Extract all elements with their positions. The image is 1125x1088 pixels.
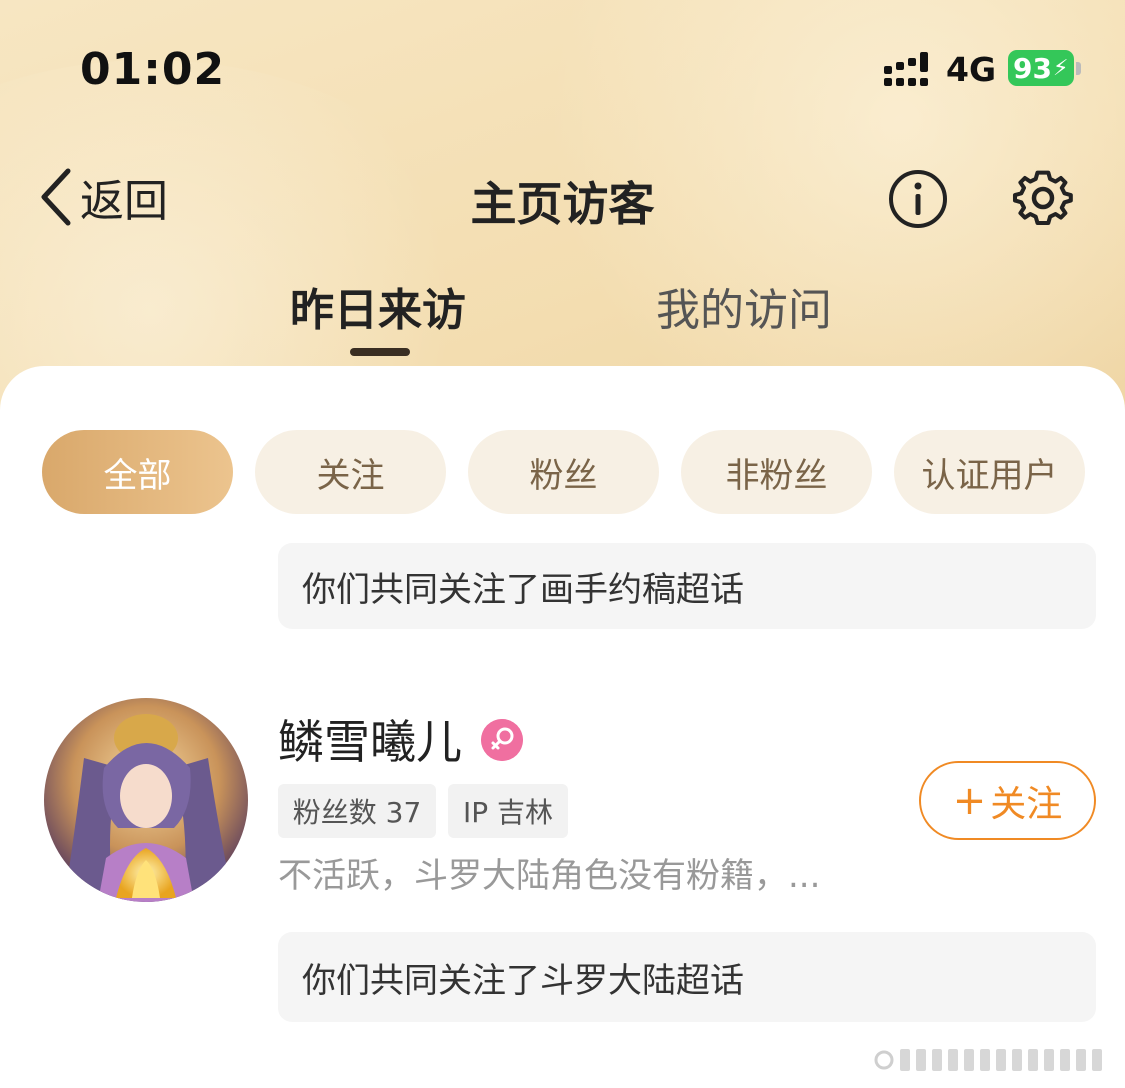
filter-chip-non-fans[interactable]: 非粉丝 <box>681 430 872 514</box>
filter-chip-all[interactable]: 全部 <box>42 430 233 514</box>
follow-label: 关注 <box>990 783 1063 825</box>
battery-icon: 93 ⚡ <box>1008 50 1074 86</box>
visitors-screen: 01:02 4G 93 ⚡ 返回 主页访客 昨日来访 我的访问 全部 关注 粉丝 <box>0 0 1125 1088</box>
avatar[interactable] <box>44 698 248 902</box>
ip-location-tag: IP 吉林 <box>448 784 568 838</box>
battery-level: 93 <box>1013 51 1052 85</box>
mutual-follow-note[interactable]: 你们共同关注了画手约稿超话 <box>278 543 1096 629</box>
follow-button[interactable]: + 关注 <box>919 761 1096 840</box>
network-type: 4G <box>946 50 997 89</box>
user-name[interactable]: 鳞雪曦儿 <box>278 706 462 772</box>
female-icon <box>481 719 523 761</box>
tab-yesterday-visits[interactable]: 昨日来访 <box>290 274 466 338</box>
user-bio: 不活跃，斗罗大陆角色没有粉籍，... <box>278 856 821 896</box>
info-icon[interactable] <box>887 168 949 230</box>
status-time: 01:02 <box>80 44 226 95</box>
gear-icon[interactable] <box>1012 168 1074 230</box>
active-tab-indicator <box>350 348 410 356</box>
fans-count-tag: 粉丝数 37 <box>278 784 436 838</box>
signal-icon <box>884 52 928 86</box>
charging-bolt-icon: ⚡ <box>1052 55 1069 81</box>
filter-chip-following[interactable]: 关注 <box>255 430 446 514</box>
mutual-follow-note[interactable]: 你们共同关注了斗罗大陆超话 <box>278 932 1096 1022</box>
plus-icon: + <box>952 777 987 824</box>
page-title: 主页访客 <box>470 177 655 231</box>
tab-my-visits[interactable]: 我的访问 <box>656 274 832 338</box>
filter-chip-verified[interactable]: 认证用户 <box>894 430 1085 514</box>
battery-tip <box>1076 62 1081 75</box>
filter-chip-fans[interactable]: 粉丝 <box>468 430 659 514</box>
watermark-logo <box>874 1049 1102 1071</box>
